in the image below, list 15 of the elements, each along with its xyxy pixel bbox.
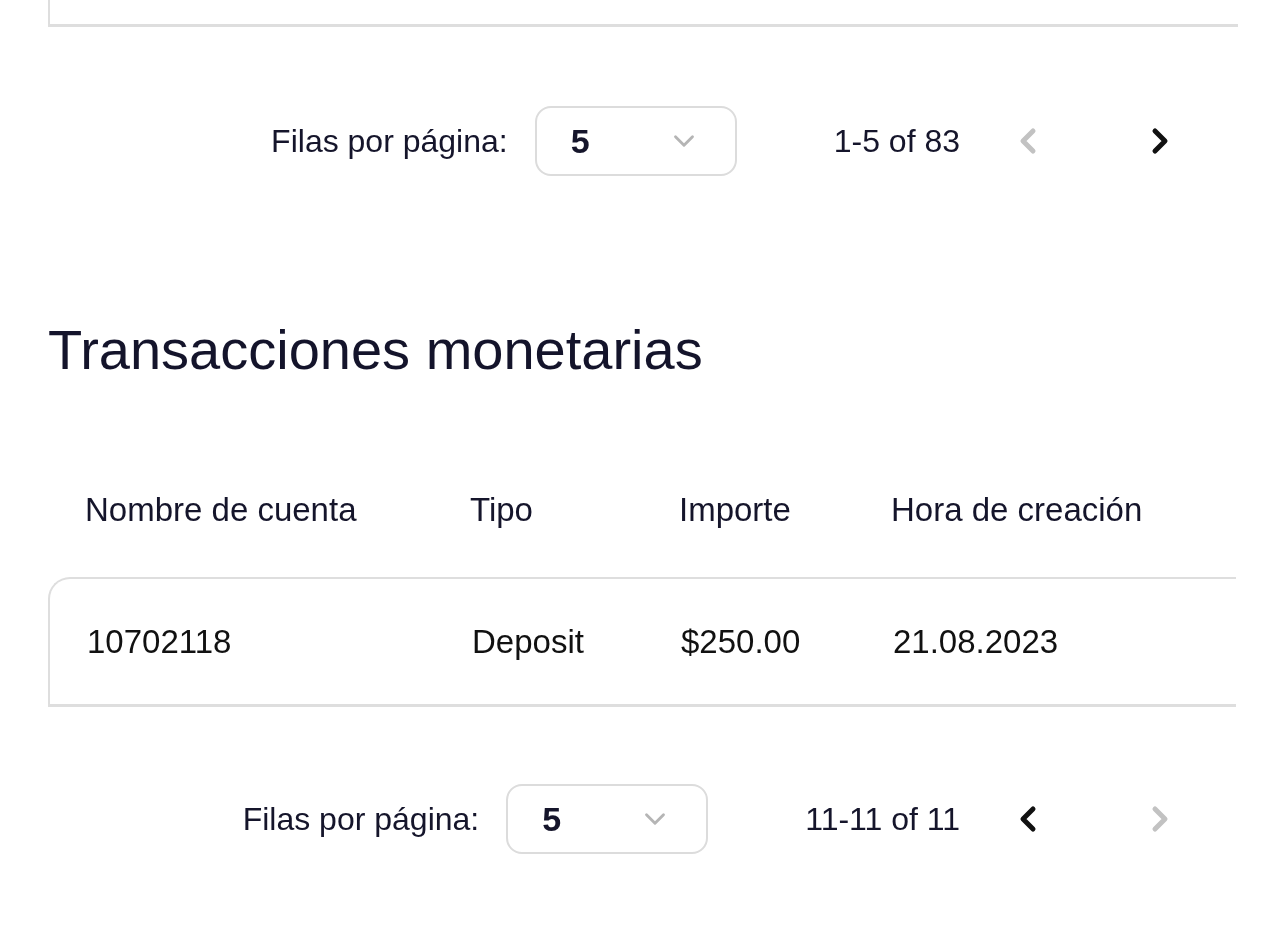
column-header: Hora de creación (891, 491, 1144, 529)
rows-per-page-label: Filas por página: (242, 800, 480, 838)
page-range: 11-11 of 11 (805, 800, 960, 838)
rows-per-page-label: Filas por página: (271, 122, 508, 160)
column-header: Importe (679, 491, 792, 529)
rows-per-page-select[interactable]: 5 (534, 106, 737, 176)
column-header: Tipo (470, 491, 534, 529)
table-cell-text: 10702118 (87, 622, 233, 661)
page-range: 1-5 of 83 (833, 122, 960, 160)
column-header: Nombre de cuenta (85, 491, 358, 529)
table-cell-text: Deposit (472, 622, 585, 661)
rows-per-page-select[interactable]: 5 (506, 784, 709, 854)
section-title: Transacciones monetarias (48, 320, 704, 380)
table-cell-text: $250.00 (681, 622, 802, 661)
table-cell-text: 21.08.2023 (893, 622, 1060, 661)
